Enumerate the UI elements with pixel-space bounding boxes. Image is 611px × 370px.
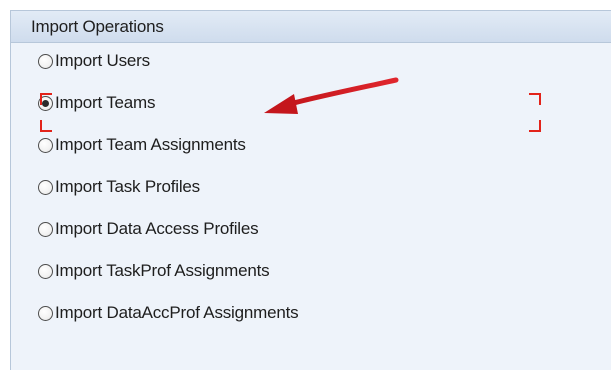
radio-button-icon[interactable] bbox=[38, 180, 53, 195]
selection-bracket-bottom-right bbox=[529, 120, 541, 132]
option-label: Import Data Access Profiles bbox=[55, 219, 259, 238]
arrow-icon bbox=[264, 77, 399, 114]
group-title: Import Operations bbox=[31, 17, 164, 36]
selection-bracket-bottom-left bbox=[40, 120, 52, 132]
radio-button-icon[interactable] bbox=[38, 54, 53, 69]
option-label: Import Users bbox=[55, 51, 150, 70]
selection-bracket-top-right bbox=[529, 93, 541, 105]
group-header: Import Operations bbox=[11, 11, 611, 43]
radio-button-icon[interactable] bbox=[38, 306, 53, 321]
option-import-dataaccprof-assignments[interactable]: Import DataAccProf Assignments bbox=[38, 302, 299, 344]
option-label: Import Teams bbox=[55, 93, 156, 112]
radio-button-icon[interactable] bbox=[38, 264, 53, 279]
option-import-task-profiles[interactable]: Import Task Profiles bbox=[38, 176, 298, 218]
option-label: Import Task Profiles bbox=[55, 177, 200, 196]
option-import-taskprof-assignments[interactable]: Import TaskProf Assignments bbox=[38, 260, 298, 302]
option-import-team-assignments[interactable]: Import Team Assignments bbox=[38, 134, 298, 176]
option-import-data-access-profiles[interactable]: Import Data Access Profiles bbox=[38, 218, 298, 260]
option-label: Import TaskProf Assignments bbox=[55, 261, 270, 280]
option-label: Import DataAccProf Assignments bbox=[55, 303, 299, 322]
screenshot-root: Import Operations Import Users Import Te… bbox=[0, 0, 611, 370]
radio-button-icon[interactable] bbox=[38, 222, 53, 237]
option-label: Import Team Assignments bbox=[55, 135, 246, 154]
radio-button-icon[interactable] bbox=[38, 138, 53, 153]
selection-bracket-top-left bbox=[40, 93, 52, 105]
